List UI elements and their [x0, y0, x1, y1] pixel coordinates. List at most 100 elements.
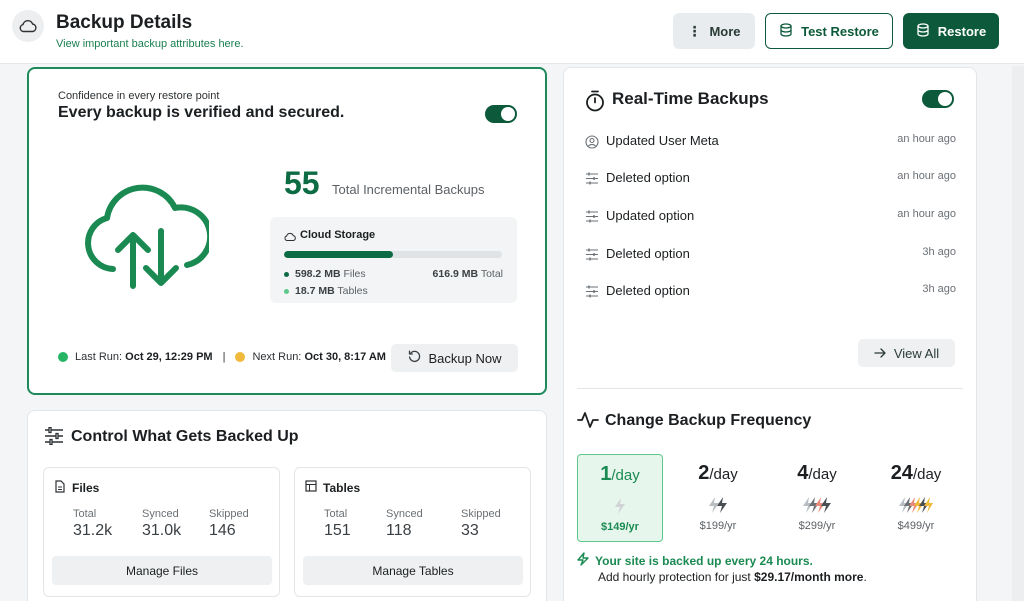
page-scrollbar[interactable]: [1012, 66, 1024, 601]
cloud-storage-panel: Cloud Storage 598.2 MB Files 18.7 MB Tab…: [270, 217, 517, 303]
stat-label: Total: [324, 508, 348, 520]
files-synced: Synced 31.0k: [142, 508, 212, 540]
plan-2-per-day[interactable]: 2/day $199/yr: [675, 454, 761, 542]
cloud-storage-title: Cloud Storage: [300, 229, 376, 241]
files-dot: [284, 271, 289, 277]
stat-value: 146: [209, 522, 236, 539]
plan-number: 4: [797, 462, 809, 484]
next-run-value: Oct 30, 8:17 AM: [304, 351, 386, 363]
plan-unit: /day: [709, 466, 738, 483]
sliders-icon: [585, 285, 599, 303]
manage-tables-button[interactable]: Manage Tables: [303, 556, 523, 585]
backup-now-label: Backup Now: [428, 350, 502, 366]
storage-progress-fill: [284, 251, 393, 258]
arrow-right-icon: [874, 346, 886, 361]
plan-unit: /day: [611, 467, 640, 484]
tables-synced: Synced 118: [386, 508, 456, 540]
stat-value: 31.2k: [73, 522, 113, 539]
verification-toggle[interactable]: [485, 105, 517, 123]
refresh-icon: [408, 350, 421, 366]
more-button[interactable]: ⋮ More: [673, 13, 755, 49]
table-icon: [305, 480, 317, 495]
page-subtitle: View important backup attributes here.: [56, 38, 244, 50]
control-title: Control What Gets Backed Up: [71, 428, 299, 445]
plan-1-per-day[interactable]: 1/day $149/yr: [577, 454, 663, 542]
page-header: Backup Details View important backup att…: [0, 0, 1024, 64]
bolt-icon: [873, 496, 959, 514]
last-run-dot: [58, 352, 68, 362]
plan-rate: 2/day: [675, 462, 761, 485]
verification-card: Confidence in every restore point Every …: [27, 67, 547, 395]
backup-now-button[interactable]: Backup Now: [391, 344, 518, 372]
activity-time: an hour ago: [897, 133, 956, 145]
next-run-label: Next Run:: [252, 351, 302, 363]
verify-eyebrow: Confidence in every restore point: [58, 90, 220, 102]
frequency-notice: Your site is backed up every 24 hours. A…: [577, 552, 867, 585]
restore-button[interactable]: Restore: [903, 13, 999, 49]
run-separator: |: [222, 351, 226, 363]
stat-label: Skipped: [209, 508, 249, 520]
realtime-title: Real-Time Backups: [612, 89, 769, 108]
page-title: Backup Details: [56, 12, 193, 33]
plan-24-per-day[interactable]: 24/day $499/yr: [873, 454, 959, 542]
activity-row: Deleted option an hour ago: [564, 169, 978, 189]
files-legend: 598.2 MB Files: [284, 268, 366, 280]
files-size-label: Files: [343, 268, 366, 280]
view-all-button[interactable]: View All: [858, 339, 955, 367]
activity-time: 3h ago: [922, 246, 956, 258]
file-icon: [54, 480, 66, 496]
activity-label: Deleted option: [606, 170, 690, 185]
activity-label: Updated option: [606, 208, 695, 223]
stat-label: Total: [73, 508, 97, 520]
files-header: Files: [54, 480, 99, 496]
bolt-icon: [578, 497, 662, 515]
total-size-value: 616.9 MB: [432, 268, 479, 280]
plan-price: $499/yr: [897, 520, 935, 532]
cloud-sync-icon: [85, 173, 214, 296]
tables-header: Tables: [305, 480, 360, 495]
user-circle-icon: [585, 135, 599, 154]
activity-row: Deleted option 3h ago: [564, 282, 978, 302]
notice-upsell: Add hourly protection for just $29.17/mo…: [577, 570, 867, 585]
notice-status: Your site is backed up every 24 hours.: [577, 552, 867, 570]
last-run-label: Last Run:: [75, 351, 123, 363]
bolt-icon: [577, 552, 589, 570]
plan-unit: /day: [912, 466, 942, 483]
sliders-icon: [585, 248, 599, 266]
tables-legend: 18.7 MB Tables: [284, 285, 368, 297]
plan-4-per-day[interactable]: 4/day $299/yr: [774, 454, 860, 542]
activity-time: an hour ago: [897, 208, 956, 220]
activity-label: Deleted option: [606, 283, 690, 298]
plan-number: 2: [698, 462, 710, 484]
stat-label: Synced: [386, 508, 423, 520]
tables-total: Total 151: [324, 508, 394, 540]
stat-value: 151: [324, 522, 351, 539]
plan-price: $299/yr: [798, 520, 836, 532]
test-restore-button[interactable]: Test Restore: [765, 13, 893, 49]
total-size: 616.9 MB Total: [433, 268, 503, 280]
realtime-toggle[interactable]: [922, 90, 954, 108]
bolt-icon: [675, 496, 761, 514]
backup-control-card: Control What Gets Backed Up Files Total …: [27, 410, 547, 601]
manage-files-button[interactable]: Manage Files: [52, 556, 272, 585]
bolt-icon: [774, 496, 860, 514]
stat-value: 31.0k: [142, 522, 182, 539]
tables-title: Tables: [323, 480, 361, 495]
frequency-title: Change Backup Frequency: [605, 412, 812, 429]
tables-panel: Tables Total 151 Synced 118 Skipped 33 M…: [294, 467, 531, 597]
kebab-icon: ⋮: [687, 23, 702, 39]
activity-time: an hour ago: [897, 170, 956, 182]
view-all-label: View All: [893, 345, 940, 361]
activity-row: Updated option an hour ago: [564, 207, 978, 227]
plan-rate: 1/day: [578, 463, 662, 486]
total-size-label: Total: [480, 268, 503, 280]
tables-dot: [284, 288, 289, 294]
database-icon: [779, 22, 793, 40]
realtime-card: Real-Time Backups Updated User Meta an h…: [563, 67, 977, 601]
sliders-icon: [44, 426, 64, 450]
stopwatch-icon: [585, 90, 605, 117]
activity-row: Updated User Meta an hour ago: [564, 132, 978, 152]
plan-price: $199/yr: [699, 520, 737, 532]
tables-skipped: Skipped 33: [461, 508, 531, 540]
tables-size-label: Tables: [337, 285, 368, 297]
